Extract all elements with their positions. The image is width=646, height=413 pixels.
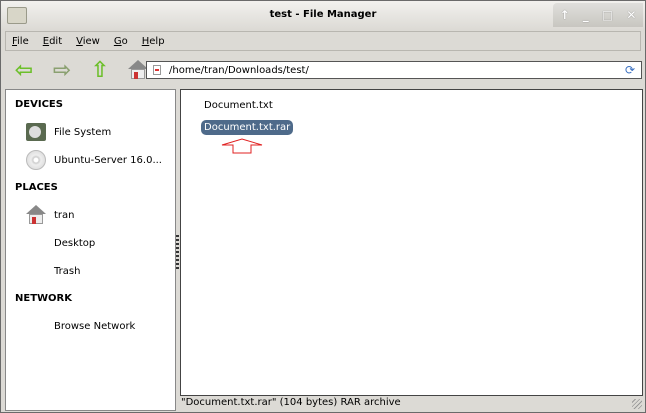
pane-resize-handle[interactable]	[176, 235, 179, 269]
location-input[interactable]: /home/tran/Downloads/test/	[169, 65, 625, 76]
cd-icon	[26, 150, 46, 170]
file-icon	[153, 65, 161, 75]
file-manager-window: test - File Manager ↑ _ □ ✕ File Edit Vi…	[0, 0, 646, 413]
toolbar: ⇦ ⇨ ⇧ /home/tran/Downloads/test/ ⟳	[5, 53, 642, 87]
menu-file[interactable]: File	[12, 36, 29, 47]
hard-disk-icon	[26, 123, 46, 141]
sidebar-item-file-system[interactable]: File System	[25, 121, 111, 143]
resize-grip[interactable]	[632, 399, 642, 409]
network-header: NETWORK	[15, 293, 73, 304]
forward-icon: ⇨	[52, 57, 72, 83]
title-bar[interactable]: test - File Manager ↑ _ □ ✕	[1, 1, 645, 30]
up-icon: ⇧	[90, 57, 110, 83]
home-icon	[26, 205, 46, 225]
minimize-button[interactable]: _	[583, 8, 589, 22]
annotation-arrow-icon	[221, 138, 263, 154]
sidebar-item-ubuntu-server[interactable]: Ubuntu-Server 16.0...	[25, 149, 162, 171]
sidebar-item-label: Trash	[54, 265, 81, 277]
location-bar[interactable]: /home/tran/Downloads/test/ ⟳	[146, 61, 642, 79]
sidebar-item-label: Desktop	[54, 237, 96, 249]
file-item-selected[interactable]: Document.txt.rar	[201, 120, 294, 135]
menu-view[interactable]: View	[76, 36, 100, 47]
status-bar: "Document.txt.rar" (104 bytes) RAR archi…	[181, 397, 401, 408]
refresh-icon[interactable]: ⟳	[625, 64, 637, 76]
file-item[interactable]: Document.txt	[201, 98, 276, 113]
sidebar-item-label: Ubuntu-Server 16.0...	[54, 154, 162, 166]
close-button[interactable]: ✕	[626, 8, 636, 22]
menu-edit[interactable]: Edit	[43, 36, 62, 47]
sidebar-item-tran[interactable]: tran	[25, 204, 75, 226]
window-title: test - File Manager	[269, 9, 377, 20]
menu-bar: File Edit View Go Help	[5, 31, 641, 51]
shade-button[interactable]: ↑	[560, 8, 570, 22]
file-view[interactable]: Document.txt Document.txt.rar	[180, 89, 643, 396]
sidebar-item-label: tran	[54, 209, 75, 221]
forward-button[interactable]: ⇨	[49, 57, 75, 83]
sidebar-item-label: File System	[54, 126, 112, 138]
maximize-button[interactable]: □	[602, 8, 613, 22]
places-header: PLACES	[15, 182, 58, 193]
back-button[interactable]: ⇦	[11, 57, 37, 83]
devices-header: DEVICES	[15, 99, 63, 110]
menu-help[interactable]: Help	[142, 36, 165, 47]
sidebar: DEVICES File System Ubuntu-Server 16.0..…	[5, 89, 176, 411]
menu-go[interactable]: Go	[114, 36, 128, 47]
up-button[interactable]: ⇧	[87, 57, 113, 83]
back-icon: ⇦	[14, 57, 34, 83]
sidebar-item-label: Browse Network	[54, 320, 136, 332]
home-icon	[128, 60, 148, 80]
